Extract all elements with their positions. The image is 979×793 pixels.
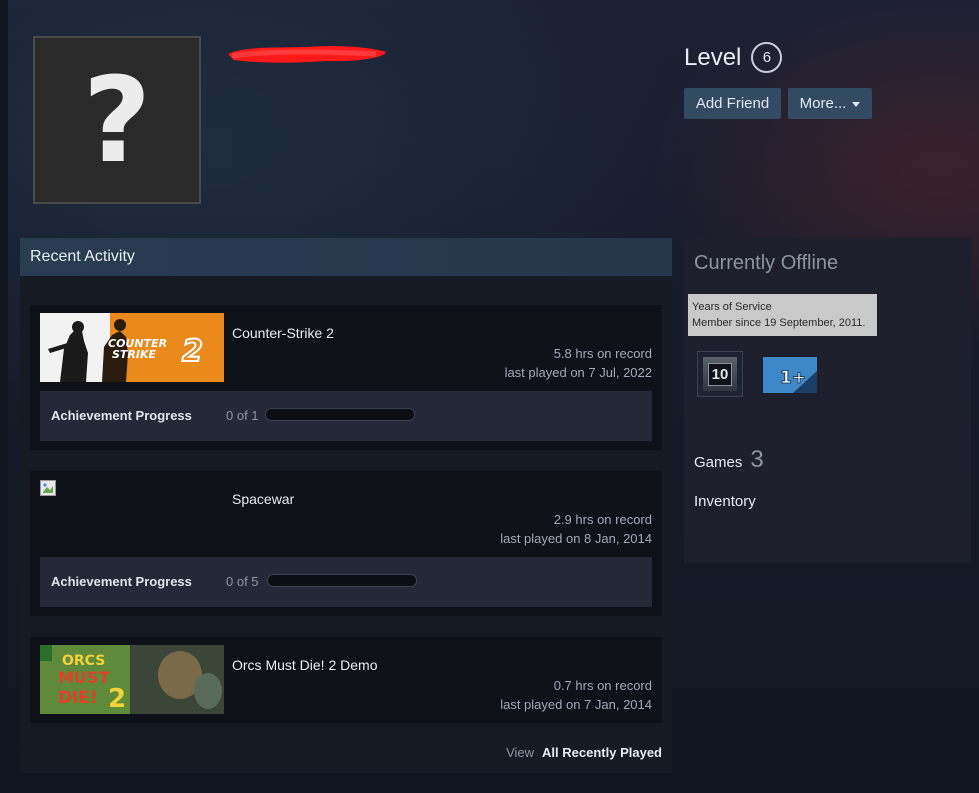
capsule-text-strike: STRIKE bbox=[112, 348, 157, 361]
left-edge-strip bbox=[0, 0, 8, 793]
svg-text:2: 2 bbox=[108, 684, 126, 714]
recent-activity-title: Recent Activity bbox=[30, 248, 135, 265]
hours-on-record: 0.7 hrs on record bbox=[553, 678, 652, 693]
chevron-down-icon bbox=[852, 102, 861, 107]
profile-level: Level 6 bbox=[684, 42, 783, 73]
all-recently-played-label: All Recently Played bbox=[542, 745, 662, 760]
last-played: last played on 7 Jul, 2022 bbox=[504, 365, 652, 380]
level-badge[interactable]: 6 bbox=[751, 42, 783, 73]
hours-on-record: 5.8 hrs on record bbox=[553, 346, 652, 361]
view-all-recently-played-link[interactable]: View All Recently Played bbox=[506, 745, 662, 760]
game-item-spacewar: Spacewar 2.9 hrs on record last played o… bbox=[30, 471, 662, 616]
recent-activity-panel: Recent Activity COUNTER STRIKE 2 Counter… bbox=[20, 238, 672, 773]
counter-strike-2-capsule[interactable]: COUNTER STRIKE 2 bbox=[40, 313, 224, 382]
add-friend-button[interactable]: Add Friend bbox=[684, 88, 781, 119]
capsule-text-must: MUST bbox=[58, 668, 109, 687]
years-badge-icon: 10 bbox=[703, 357, 737, 391]
achievement-count: 0 of 5 bbox=[226, 574, 259, 589]
game-item-orcs-must-die-2-demo: ORCS MUST DIE! 2 Orcs Must Die! 2 Demo 0… bbox=[30, 637, 662, 723]
svg-text:2: 2 bbox=[182, 334, 203, 369]
tooltip-title: Years of Service bbox=[692, 301, 772, 313]
profile-sidebar: Currently Offline Years of Service Membe… bbox=[684, 238, 971, 563]
inventory-link[interactable]: Inventory bbox=[694, 493, 756, 510]
achievement-label: Achievement Progress bbox=[51, 574, 192, 589]
orcs-must-die-2-capsule[interactable]: ORCS MUST DIE! 2 bbox=[40, 645, 224, 714]
achievement-progress-bar bbox=[267, 574, 417, 587]
games-count: 3 bbox=[750, 446, 764, 473]
community-badge-text: 1+ bbox=[780, 368, 806, 388]
years-of-service-badge[interactable]: 10 bbox=[697, 351, 743, 397]
online-status: Currently Offline bbox=[694, 252, 839, 274]
achievement-count: 0 of 1 bbox=[226, 408, 259, 423]
hours-on-record: 2.9 hrs on record bbox=[553, 512, 652, 527]
recent-activity-header: Recent Activity bbox=[20, 238, 672, 276]
games-link[interactable]: Games 3 bbox=[694, 446, 764, 474]
achievement-progress[interactable]: Achievement Progress 0 of 1 bbox=[40, 391, 652, 441]
achievement-progress-bar bbox=[265, 408, 415, 421]
view-label: View bbox=[506, 745, 535, 760]
level-label: Level bbox=[684, 43, 742, 71]
add-friend-label: Add Friend bbox=[695, 95, 770, 112]
last-played: last played on 8 Jan, 2014 bbox=[500, 531, 652, 546]
tooltip-text: Member since 19 September, 2011. bbox=[692, 317, 866, 329]
achievement-progress[interactable]: Achievement Progress 0 of 5 bbox=[40, 557, 652, 607]
achievement-label: Achievement Progress bbox=[51, 408, 192, 423]
game-title[interactable]: Spacewar bbox=[232, 491, 294, 507]
more-label: More... bbox=[799, 95, 847, 112]
game-title[interactable]: Orcs Must Die! 2 Demo bbox=[232, 657, 377, 673]
years-badge-value: 10 bbox=[707, 362, 733, 386]
games-label: Games bbox=[694, 454, 743, 471]
badge-tooltip: Years of Service Member since 19 Septemb… bbox=[688, 294, 877, 336]
broken-image-icon[interactable] bbox=[40, 480, 56, 496]
community-badge-icon[interactable]: 1+ bbox=[763, 357, 819, 395]
game-title[interactable]: Counter-Strike 2 bbox=[232, 325, 334, 341]
more-dropdown-button[interactable]: More... bbox=[788, 88, 872, 119]
avatar[interactable]: ? bbox=[33, 36, 201, 204]
redacted-username bbox=[228, 46, 386, 63]
avatar-placeholder-icon: ? bbox=[82, 51, 152, 189]
capsule-text-orcs: ORCS bbox=[62, 653, 105, 669]
game-item-counter-strike-2: COUNTER STRIKE 2 Counter-Strike 2 5.8 hr… bbox=[30, 305, 662, 450]
capsule-text-die: DIE! bbox=[58, 688, 98, 708]
last-played: last played on 7 Jan, 2014 bbox=[500, 697, 652, 712]
